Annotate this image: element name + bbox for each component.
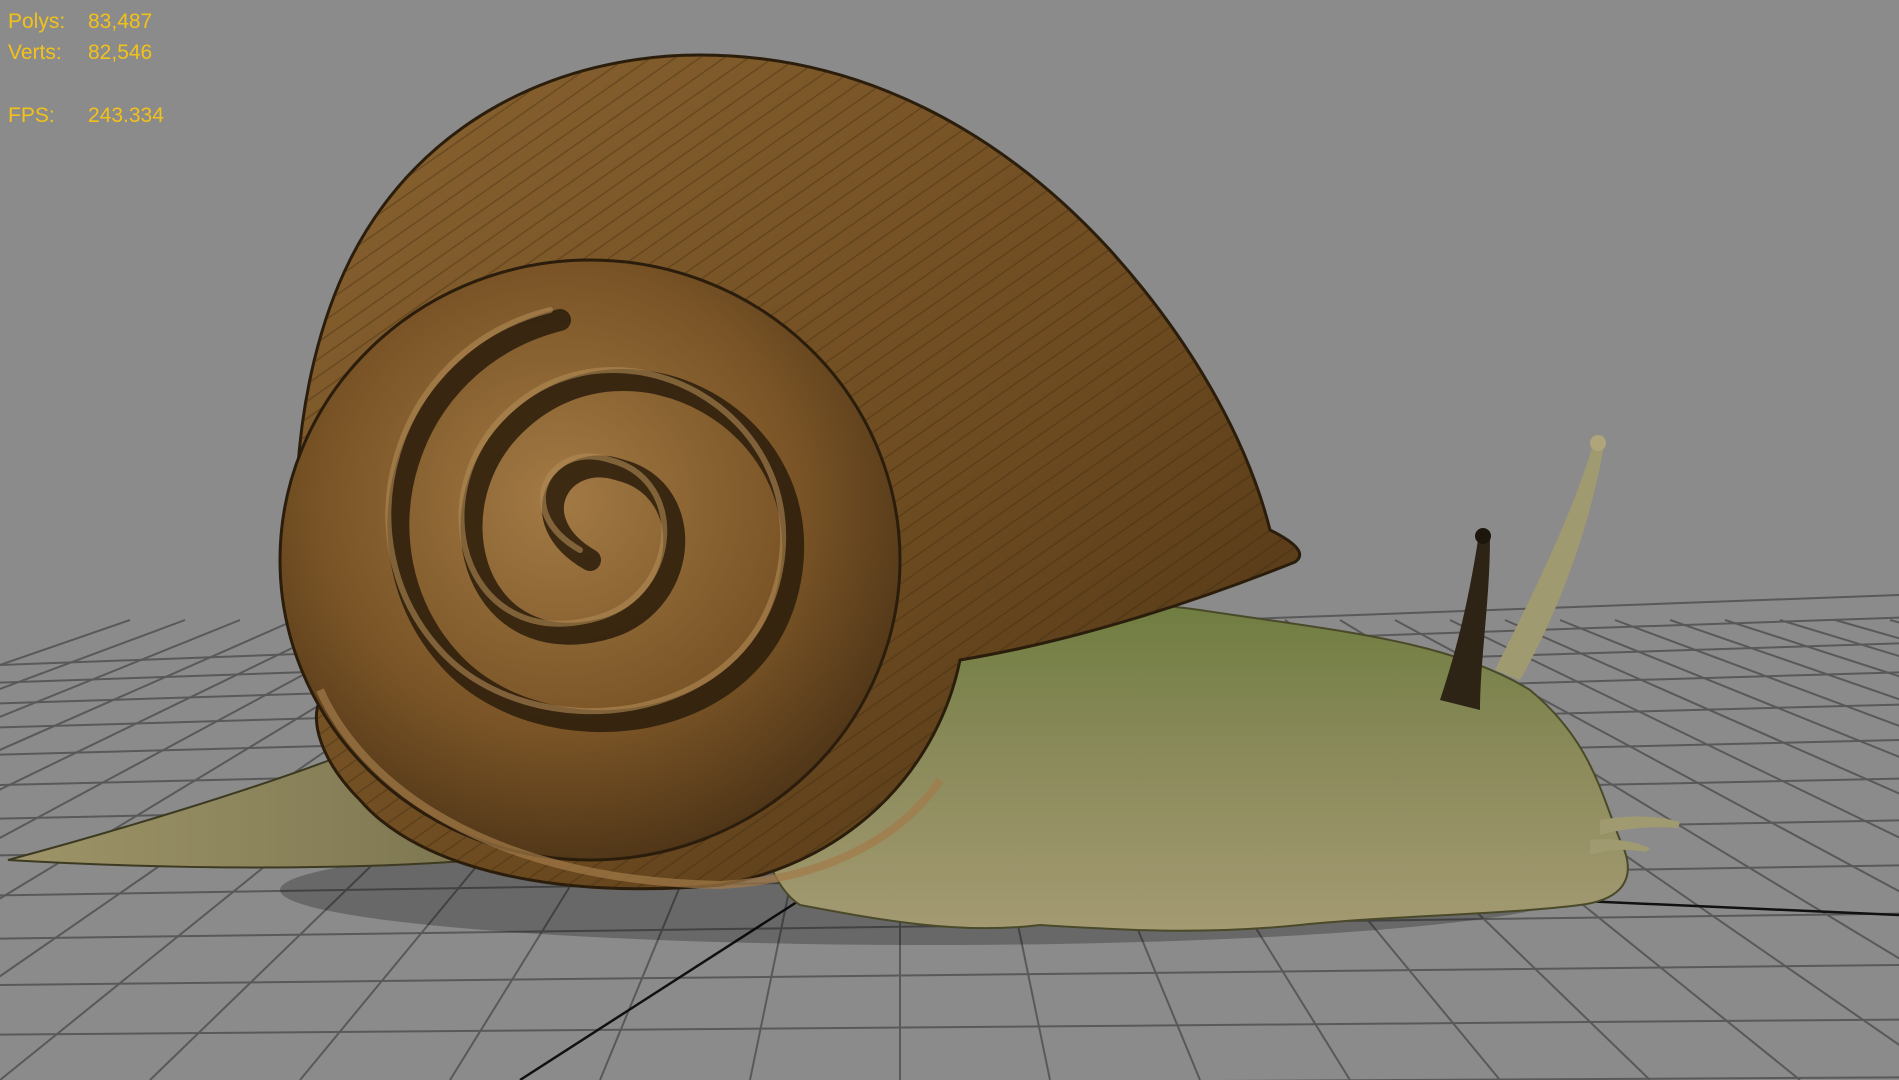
grid-line xyxy=(1724,619,1899,678)
verts-stat: Verts: 82,546 xyxy=(8,37,164,68)
grid-line xyxy=(1614,619,1899,727)
grid-line xyxy=(1889,619,1899,624)
snail-eye-right xyxy=(1590,435,1606,451)
grid-axis-line xyxy=(1559,898,1899,917)
verts-value: 82,546 xyxy=(88,41,153,64)
polys-stat: Polys: 83,487 xyxy=(8,6,164,37)
stats-spacer xyxy=(8,68,164,100)
3d-viewport[interactable]: Polys: 83,487 Verts: 82,546 FPS: 243.334 xyxy=(0,0,1899,1080)
fps-value: 243.334 xyxy=(88,104,164,127)
grid-line xyxy=(0,964,1899,986)
snail-eye-left xyxy=(1475,528,1491,544)
polys-label: Polys: xyxy=(8,10,66,33)
fps-label: FPS: xyxy=(8,104,55,127)
fps-stat: FPS: 243.334 xyxy=(8,100,164,131)
polys-value: 83,487 xyxy=(88,10,153,33)
grid-line xyxy=(0,1018,1899,1036)
grid-line xyxy=(1669,619,1899,701)
verts-label: Verts: xyxy=(8,41,62,64)
scene-canvas[interactable] xyxy=(0,0,1899,1080)
viewport-stats-overlay: Polys: 83,487 Verts: 82,546 FPS: 243.334 xyxy=(8,6,164,131)
snail-eye-tentacle-right xyxy=(1495,444,1604,680)
